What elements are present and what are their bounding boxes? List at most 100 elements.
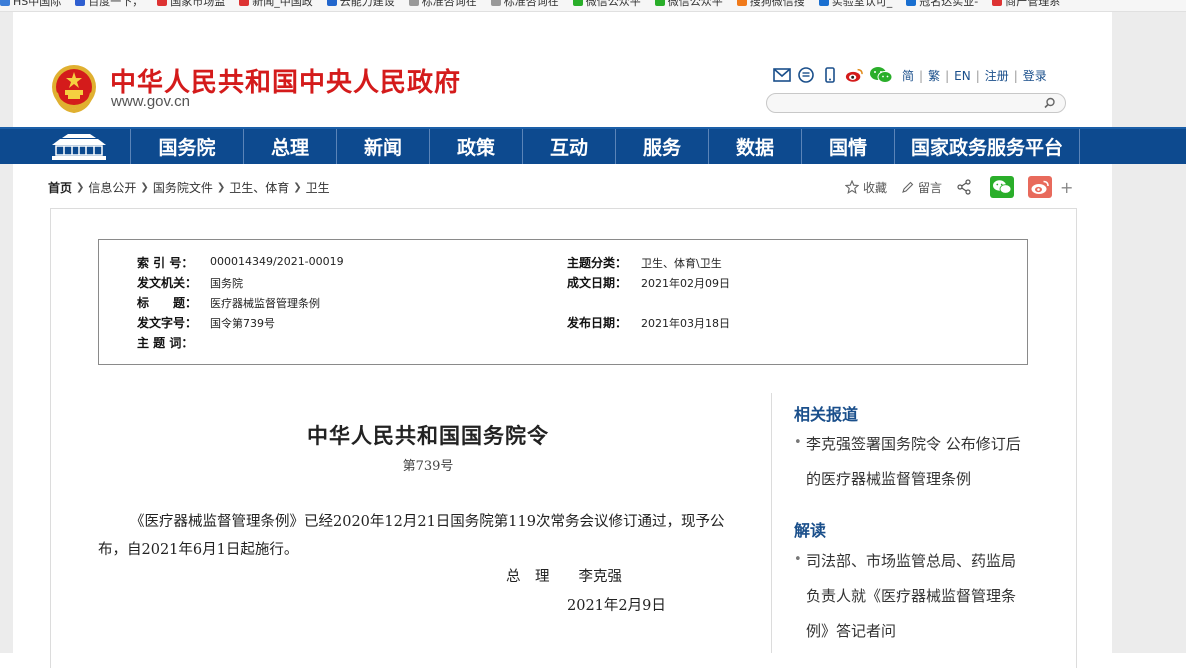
- bookmark-item[interactable]: 新闻_中国政: [239, 0, 313, 8]
- created-date-label: 成文日期：: [567, 276, 628, 290]
- bookmark-favicon-icon: [736, 0, 747, 6]
- document-title: 中华人民共和国国务院令: [307, 423, 549, 448]
- index-value: 000014349/2021-00019: [210, 255, 344, 268]
- nav-item[interactable]: 新闻: [336, 129, 429, 164]
- bookmark-label: 冠名达实业-: [919, 0, 979, 8]
- bookmark-item[interactable]: 微信公众平: [654, 0, 723, 7]
- bookmark-item[interactable]: 搜狗微信搜: [736, 0, 805, 8]
- nav-item[interactable]: 国情: [801, 129, 894, 164]
- bookmark-favicon-icon: [818, 0, 829, 6]
- bullet-icon: •: [794, 552, 802, 567]
- more-share-button[interactable]: +: [1060, 178, 1073, 197]
- nav-item[interactable]: 数据: [708, 129, 801, 164]
- bookmark-item[interactable]: 云能力建设: [326, 0, 395, 7]
- weibo-icon: [1031, 180, 1049, 194]
- bookmark-label: 商产管理系: [1005, 0, 1061, 8]
- bookmark-item[interactable]: 国家市场监: [157, 0, 225, 7]
- bookmark-label: 标准咨询在: [421, 0, 477, 8]
- issuer-label: 发文机关：: [137, 276, 198, 290]
- document-date: 2021年2月9日: [567, 598, 666, 614]
- wechat-share-button[interactable]: [990, 176, 1015, 198]
- doc-number-label: 发文字号：: [137, 316, 198, 330]
- breadcrumb-health[interactable]: 卫生: [306, 179, 330, 196]
- traditional-chinese-link[interactable]: 繁: [928, 67, 940, 84]
- bookmark-favicon-icon: [408, 0, 419, 6]
- bookmark-favicon-icon: [490, 0, 501, 6]
- weibo-share-button[interactable]: [1028, 176, 1053, 198]
- favorite-button[interactable]: 收藏: [845, 179, 887, 196]
- nav-item[interactable]: 互动: [522, 129, 615, 164]
- nav-item[interactable]: 服务: [615, 129, 708, 164]
- doc-number-value: 国令第739号: [210, 317, 275, 330]
- login-link[interactable]: 登录: [1023, 67, 1047, 84]
- bookmark-item[interactable]: 微信公众平: [572, 0, 641, 8]
- bookmark-label: 标准咨询在: [503, 0, 559, 8]
- mail-icon[interactable]: [773, 67, 791, 83]
- breadcrumb-state-council-docs[interactable]: 国务院文件: [153, 179, 213, 196]
- bookmark-label: 搜狗微信搜: [749, 0, 805, 8]
- document-info-table: 索 引 号： 000014349/2021-00019 主题分类： 卫生、体育\…: [98, 239, 1028, 365]
- main-nav: 国务院 总理 新闻 政策 互动 服务 数据 国情 国家政务服务平台: [0, 127, 1186, 164]
- related-report-link[interactable]: • 李克强签署国务院令 公布修订后的医疗器械监督管理条例: [794, 427, 1029, 497]
- bookmark-item[interactable]: 冠名达实业-: [906, 0, 979, 8]
- bookmark-favicon-icon: [239, 0, 250, 6]
- national-emblem-icon[interactable]: [50, 63, 98, 113]
- bookmark-item[interactable]: 实验室认可_: [818, 0, 893, 8]
- breadcrumb-arrow-icon: ❯: [76, 182, 85, 193]
- search-input[interactable]: [777, 96, 1047, 114]
- bookmark-favicon-icon: [654, 0, 665, 6]
- bookmark-item[interactable]: 百度一下，: [75, 0, 143, 7]
- issuer-value: 国务院: [210, 277, 243, 290]
- header-icons: [773, 66, 899, 84]
- page-tools: 收藏 留言 +: [845, 175, 1073, 199]
- created-date-value: 2021年02月09日: [641, 277, 730, 290]
- breadcrumb-health-sports[interactable]: 卫生、体育: [229, 179, 289, 196]
- bookmark-label: 新闻_中国政: [252, 0, 313, 8]
- bookmark-favicon-icon: [75, 0, 86, 6]
- document-number: 第739号: [402, 459, 454, 474]
- wechat-icon[interactable]: [869, 67, 893, 83]
- bookmark-item[interactable]: 标准咨询在: [490, 0, 559, 8]
- interpretation-link[interactable]: • 司法部、市场监管总局、药监局负责人就《医疗器械监督管理条例》答记者问: [794, 544, 1029, 649]
- nav-item[interactable]: 政策: [429, 129, 522, 164]
- english-link[interactable]: EN: [954, 69, 971, 83]
- sidebar: 相关报道 • 李克强签署国务院令 公布修订后的医疗器械监督管理条例 解读 • 司…: [771, 393, 1031, 653]
- bookmark-favicon-icon: [906, 0, 917, 6]
- category-label: 主题分类：: [567, 256, 628, 270]
- nav-item[interactable]: 国家政务服务平台: [894, 129, 1080, 164]
- bookmark-favicon-icon: [0, 0, 10, 6]
- page-margin-left: [0, 12, 13, 653]
- bookmark-item[interactable]: 商产管理系: [992, 0, 1061, 8]
- interpretation-heading: 解读: [794, 521, 827, 540]
- message-icon[interactable]: [797, 67, 815, 83]
- simplified-chinese-link[interactable]: 简: [902, 67, 914, 84]
- share-icon: [957, 179, 971, 195]
- breadcrumb-arrow-icon: ❯: [140, 182, 149, 193]
- search-icon[interactable]: [1043, 96, 1057, 110]
- comment-button[interactable]: 留言: [901, 179, 942, 196]
- related-report-text: 李克强签署国务院令 公布修订后的医疗器械监督管理条例: [806, 435, 1021, 488]
- bookmark-item[interactable]: HS中国际: [0, 0, 62, 8]
- title-value: 医疗器械监督管理条例: [210, 297, 320, 310]
- nav-item[interactable]: 国务院: [130, 129, 243, 164]
- related-reports-heading: 相关报道: [794, 405, 859, 424]
- bookmark-item[interactable]: 标准咨询在: [408, 0, 477, 8]
- nav-item[interactable]: 总理: [243, 129, 336, 164]
- breadcrumb-home[interactable]: 首页: [48, 179, 72, 196]
- bookmark-label: 实验室认可_: [831, 0, 893, 8]
- breadcrumb: 首页 ❯ 信息公开 ❯ 国务院文件 ❯ 卫生、体育 ❯ 卫生: [48, 179, 330, 196]
- bookmark-label: 微信公众平: [585, 0, 641, 8]
- home-gate-icon[interactable]: [48, 132, 110, 162]
- document-body: 《医疗器械监督管理条例》已经2020年12月21日国务院第119次常务会议修订通…: [98, 514, 725, 558]
- weibo-icon[interactable]: [845, 67, 863, 83]
- breadcrumb-info-public[interactable]: 信息公开: [88, 179, 136, 196]
- share-button[interactable]: [956, 179, 976, 195]
- comment-label: 留言: [918, 180, 943, 195]
- category-value: 卫生、体育\卫生: [641, 257, 722, 270]
- bookmark-favicon-icon: [157, 0, 168, 6]
- published-date-label: 发布日期：: [567, 316, 628, 330]
- mobile-icon[interactable]: [821, 67, 839, 83]
- register-link[interactable]: 注册: [985, 67, 1009, 84]
- bookmark-label: HS中国际: [13, 0, 62, 8]
- site-url[interactable]: www.gov.cn: [111, 93, 190, 110]
